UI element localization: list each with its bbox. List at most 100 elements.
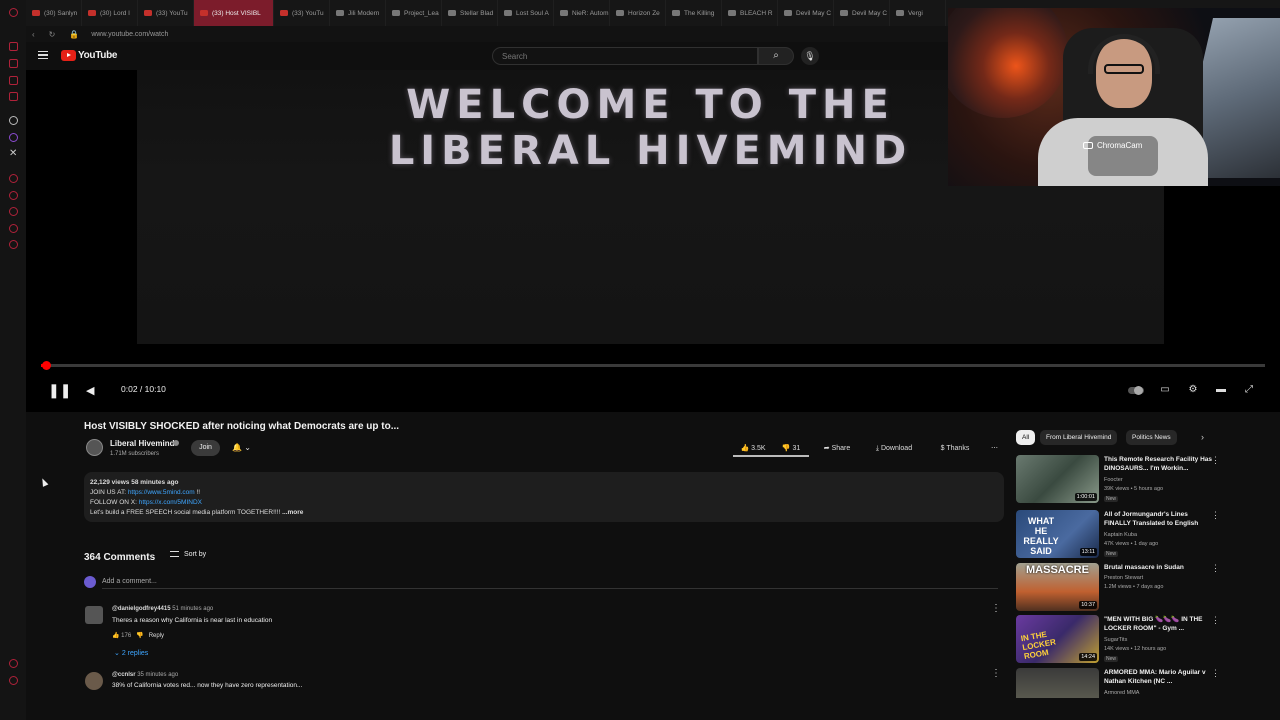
download-button[interactable]: ⤓ Download bbox=[866, 440, 922, 457]
video-thumbnail[interactable]: IN THE LOCKER ROOM 14:24 bbox=[1016, 615, 1099, 663]
browser-tab[interactable]: Project_Lea bbox=[386, 0, 442, 26]
chevron-right-icon[interactable]: › bbox=[1201, 432, 1204, 442]
video-thumbnail[interactable]: MASSACRE 10:37 bbox=[1016, 563, 1099, 611]
theater-button[interactable]: ▬ bbox=[1214, 384, 1228, 396]
chip-politics-news[interactable]: Politics News bbox=[1126, 430, 1177, 445]
chip-from-channel[interactable]: From Liberal Hivemind bbox=[1040, 430, 1118, 445]
comment-username[interactable]: @ccnlsr bbox=[112, 672, 136, 678]
panel-icon[interactable] bbox=[9, 659, 18, 668]
search-input[interactable]: Search bbox=[492, 47, 758, 65]
messenger-icon[interactable] bbox=[9, 133, 18, 142]
browser-tab[interactable]: Horizon Ze bbox=[610, 0, 666, 26]
recommended-video[interactable]: ARMORED MMA: Mario Aguilar v Nathan Kitc… bbox=[1016, 668, 1276, 698]
video-title[interactable]: All of Jormungandr's Lines FINALLY Trans… bbox=[1104, 510, 1214, 528]
settings-button[interactable]: ⚙ bbox=[1186, 384, 1200, 396]
chip-all[interactable]: All bbox=[1016, 430, 1036, 445]
show-more-link[interactable]: ...more bbox=[282, 509, 303, 516]
video-channel[interactable]: Kaptain Kuba bbox=[1104, 532, 1137, 538]
panel-icon[interactable] bbox=[9, 224, 18, 233]
video-channel[interactable]: Foocter bbox=[1104, 477, 1123, 483]
reload-icon[interactable]: ↻ bbox=[49, 30, 56, 39]
more-icon[interactable]: ⋮ bbox=[1211, 563, 1220, 574]
pause-button[interactable]: ❚❚ bbox=[48, 382, 71, 399]
reply-button[interactable]: Reply bbox=[149, 633, 164, 639]
panel-icon[interactable] bbox=[9, 59, 18, 68]
like-button[interactable]: 👍 3.5K bbox=[733, 440, 773, 457]
browser-tab[interactable]: Stellar Blad bbox=[442, 0, 498, 26]
panel-icon[interactable] bbox=[9, 92, 18, 101]
browser-tab[interactable]: (33) Host VISIBL bbox=[194, 0, 274, 26]
browser-tab[interactable]: NieR: Autom bbox=[554, 0, 610, 26]
comment-menu-icon[interactable]: ⋮ bbox=[991, 668, 1001, 679]
thumbs-down-icon[interactable]: 👎 bbox=[136, 633, 143, 639]
sort-button[interactable]: Sort by bbox=[170, 551, 206, 558]
more-actions-button[interactable]: ⋯ bbox=[986, 440, 1003, 457]
autoplay-toggle[interactable] bbox=[1128, 386, 1144, 395]
browser-tab[interactable]: Lost Soul A bbox=[498, 0, 554, 26]
youtube-logo[interactable]: YouTube bbox=[61, 50, 118, 61]
recommended-video[interactable]: IN THE LOCKER ROOM 14:24 "MEN WITH BIG 🍆… bbox=[1016, 615, 1276, 665]
panel-icon[interactable] bbox=[9, 174, 18, 183]
share-button[interactable]: ➦ Share bbox=[815, 440, 859, 457]
panel-icon[interactable] bbox=[9, 42, 18, 51]
video-title[interactable]: This Remote Research Facility Has DINOSA… bbox=[1104, 455, 1214, 473]
x-icon[interactable]: ✕ bbox=[9, 148, 17, 159]
more-icon[interactable]: ⋮ bbox=[1211, 668, 1220, 679]
comment-avatar[interactable] bbox=[85, 606, 103, 624]
more-icon[interactable]: ⋮ bbox=[1211, 615, 1220, 626]
description-box[interactable]: 22,129 views 58 minutes ago JOIN US AT: … bbox=[84, 472, 1004, 522]
browser-tab[interactable]: (33) YouTu bbox=[138, 0, 194, 26]
thanks-button[interactable]: $ Thanks bbox=[932, 440, 978, 457]
video-title[interactable]: "MEN WITH BIG 🍆🍆🍆 IN THE LOCKER ROOM" - … bbox=[1104, 615, 1214, 633]
browser-tab[interactable]: Devil May C bbox=[834, 0, 890, 26]
channel-avatar[interactable] bbox=[86, 439, 103, 456]
back-icon[interactable]: ‹ bbox=[32, 30, 35, 39]
progress-bar[interactable] bbox=[41, 361, 1265, 370]
comment-username[interactable]: @danielgodfrey4415 bbox=[112, 606, 171, 612]
channel-name[interactable]: Liberal Hivemind bbox=[110, 439, 174, 448]
panel-icon[interactable] bbox=[9, 207, 18, 216]
more-icon[interactable]: ⋮ bbox=[1211, 455, 1220, 466]
browser-tab[interactable]: BLEACH R bbox=[722, 0, 778, 26]
video-thumbnail[interactable]: WHAT HE REALLY SAID 13:11 bbox=[1016, 510, 1099, 558]
video-title[interactable]: Brutal massacre in Sudan bbox=[1104, 563, 1214, 572]
desc-link[interactable]: https://x.com/5MINDX bbox=[139, 499, 202, 506]
opera-icon[interactable] bbox=[9, 8, 18, 17]
menu-icon[interactable] bbox=[38, 51, 48, 59]
voice-search-button[interactable]: 🎙 bbox=[801, 47, 819, 65]
panel-icon[interactable] bbox=[9, 76, 18, 85]
recommended-video[interactable]: 1:00:01 This Remote Research Facility Ha… bbox=[1016, 455, 1276, 505]
browser-tab[interactable]: (33) YouTu bbox=[274, 0, 330, 26]
fullscreen-button[interactable]: ⤢ bbox=[1242, 384, 1256, 396]
desc-link[interactable]: https://www.5mind.com bbox=[128, 489, 195, 496]
browser-tab[interactable]: (30) Sanlyn bbox=[26, 0, 82, 26]
browser-tab[interactable]: The Killing bbox=[666, 0, 722, 26]
dislike-button[interactable]: 👎 31 bbox=[775, 440, 807, 457]
video-thumbnail[interactable]: 1:00:01 bbox=[1016, 455, 1099, 503]
more-icon[interactable]: ⋮ bbox=[1211, 510, 1220, 521]
browser-tab[interactable]: (30) Lord I bbox=[82, 0, 138, 26]
recommended-video[interactable]: MASSACRE 10:37 Brutal massacre in Sudan … bbox=[1016, 563, 1276, 613]
browser-tab[interactable]: Jili Modern bbox=[330, 0, 386, 26]
comment-author[interactable]: @ccnlsr 35 minutes ago bbox=[112, 672, 178, 678]
video-channel[interactable]: Armored MMA bbox=[1104, 690, 1139, 696]
video-channel[interactable]: Preston Stewart bbox=[1104, 575, 1143, 581]
add-comment-input[interactable]: Add a comment... bbox=[102, 578, 998, 589]
browser-tab[interactable]: Devil May C bbox=[778, 0, 834, 26]
comment-avatar[interactable] bbox=[85, 672, 103, 690]
video-title[interactable]: ARMORED MMA: Mario Aguilar v Nathan Kitc… bbox=[1104, 668, 1214, 686]
scrubber-handle[interactable] bbox=[42, 361, 52, 370]
video-thumbnail[interactable] bbox=[1016, 668, 1099, 698]
replies-toggle[interactable]: ⌄ 2 replies bbox=[114, 649, 148, 657]
browser-tab[interactable]: Vergi bbox=[890, 0, 946, 26]
more-icon[interactable] bbox=[9, 676, 18, 685]
video-channel[interactable]: SugarTits bbox=[1104, 637, 1127, 643]
aria-icon[interactable] bbox=[9, 116, 18, 125]
captions-button[interactable]: ▭ bbox=[1158, 384, 1172, 396]
recommended-video[interactable]: WHAT HE REALLY SAID 13:11 All of Jormung… bbox=[1016, 510, 1276, 560]
comment-menu-icon[interactable]: ⋮ bbox=[991, 603, 1001, 614]
panel-icon[interactable] bbox=[9, 191, 18, 200]
search-button[interactable]: ⌕ bbox=[758, 47, 794, 65]
settings-icon[interactable] bbox=[9, 240, 18, 249]
comment-author[interactable]: @danielgodfrey4415 51 minutes ago bbox=[112, 606, 213, 612]
